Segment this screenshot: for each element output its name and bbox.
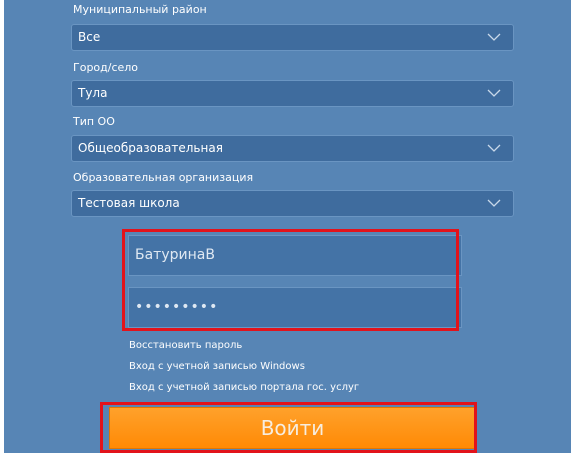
city-label: Город/село <box>73 61 139 74</box>
org-type-value: Общеобразовательная <box>78 141 223 155</box>
gosuslugi-login-link[interactable]: Вход с учетной записью портала гос. услу… <box>129 381 359 394</box>
chevron-down-icon <box>487 33 501 41</box>
chevron-down-icon <box>487 199 501 207</box>
org-value: Тестовая школа <box>78 196 180 210</box>
login-panel: Муниципальный район Все Город/село Тула … <box>4 0 571 453</box>
org-type-select[interactable]: Общеобразовательная <box>71 135 514 162</box>
chevron-down-icon <box>487 144 501 152</box>
windows-login-link[interactable]: Вход с учетной записью Windows <box>129 360 305 373</box>
org-label: Образовательная организация <box>73 171 254 184</box>
org-select[interactable]: Тестовая школа <box>71 190 514 217</box>
district-label: Муниципальный район <box>73 3 207 16</box>
city-value: Тула <box>78 86 108 100</box>
restore-password-link[interactable]: Восстановить пароль <box>129 339 242 352</box>
city-select[interactable]: Тула <box>71 80 514 107</box>
login-button-highlight <box>100 402 477 453</box>
district-value: Все <box>78 30 101 44</box>
org-type-label: Тип ОО <box>73 115 115 128</box>
credentials-highlight <box>122 229 459 331</box>
district-select[interactable]: Все <box>71 24 514 51</box>
chevron-down-icon <box>487 89 501 97</box>
